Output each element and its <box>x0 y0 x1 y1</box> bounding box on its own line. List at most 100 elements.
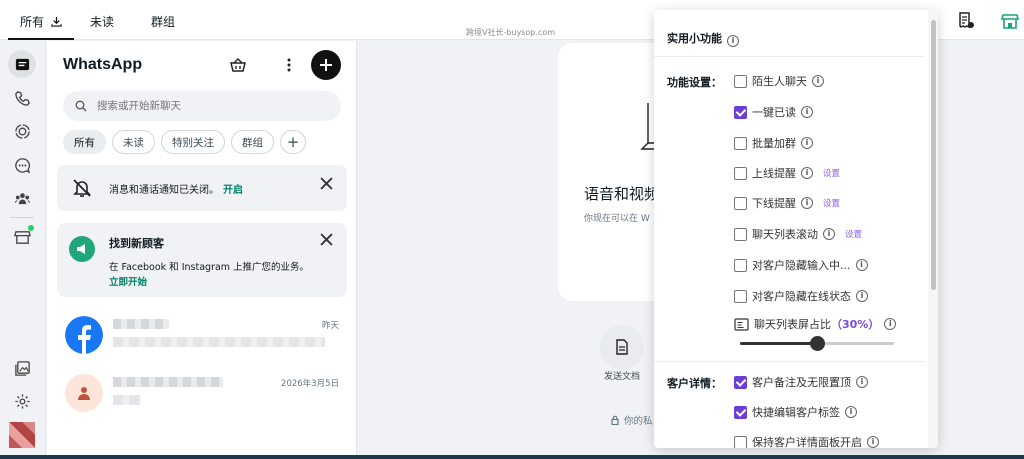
info-icon[interactable]: i <box>855 259 868 271</box>
encryption-note: 你的私 <box>610 413 653 427</box>
document-icon <box>616 339 628 355</box>
message-preview-redacted <box>113 395 141 405</box>
option-chat-list-scroll[interactable]: 聊天列表滚动 i 设置 <box>734 226 862 242</box>
chip-unread[interactable]: 未读 <box>112 130 155 154</box>
communities-nav-button[interactable] <box>8 184 36 212</box>
option-online-alert[interactable]: 上线提醒 i 设置 <box>734 165 840 181</box>
promo-cta-link[interactable]: 立即开始 <box>109 274 147 288</box>
chip-groups[interactable]: 群组 <box>231 130 274 154</box>
storefront-icon <box>13 230 31 244</box>
checkbox[interactable] <box>734 289 747 303</box>
info-icon[interactable]: i <box>801 197 813 209</box>
panel-title: 实用小功能 <box>667 32 722 45</box>
tab-all[interactable]: 所有 <box>8 13 74 40</box>
status-nav-button[interactable] <box>8 117 36 145</box>
chats-nav-button[interactable] <box>8 50 36 78</box>
panel-scrollbar[interactable] <box>928 10 938 448</box>
checkbox[interactable] <box>734 74 747 88</box>
send-document-label: 发送文档 <box>604 372 641 382</box>
phone-icon <box>14 90 30 106</box>
online-alert-settings-link[interactable]: 设置 <box>823 167 840 179</box>
option-customer-notes[interactable]: 客户备注及无限置顶 i <box>734 374 868 390</box>
offline-alert-settings-link[interactable]: 设置 <box>823 197 840 209</box>
chat-list-panel: WhatsApp 所有 未读 特别关注 群组 + 消息和通话通知已关闭。开启 找… <box>47 41 357 459</box>
option-quick-edit-tags[interactable]: 快捷编辑客户标签 i <box>734 404 857 420</box>
rail-divider <box>10 217 34 218</box>
checkbox[interactable] <box>734 258 747 272</box>
chat-time: 2026年3月5日 <box>281 379 339 389</box>
business-tools-nav-button[interactable] <box>8 223 36 251</box>
checkbox[interactable] <box>734 166 747 180</box>
feature-settings-label: 功能设置： <box>667 76 722 89</box>
chat-list-ratio-row: 聊天列表屏占比 （30%） i <box>734 316 897 332</box>
tab-unread[interactable]: 未读 <box>90 13 114 30</box>
scrollbar-thumb[interactable] <box>931 20 936 290</box>
add-filter-button[interactable]: + <box>280 130 306 154</box>
promo-title: 找到新顾客 <box>109 237 164 250</box>
info-icon[interactable]: i <box>727 35 739 47</box>
new-chat-button[interactable] <box>311 50 341 80</box>
checkbox-checked[interactable] <box>734 105 747 119</box>
customer-details-label: 客户详情： <box>667 377 722 390</box>
option-bulk-join-groups[interactable]: 批量加群 i <box>734 135 813 151</box>
option-stranger-chat[interactable]: 陌生人聊天 i <box>734 73 824 89</box>
search-box[interactable] <box>63 91 341 121</box>
checkbox[interactable] <box>734 227 747 241</box>
receipt-icon[interactable] <box>956 11 976 31</box>
media-nav-button[interactable] <box>8 354 36 382</box>
notifications-off-banner: 消息和通话通知已关闭。 开启 <box>57 165 347 211</box>
info-icon[interactable]: i <box>845 406 857 418</box>
chat-item[interactable]: 昨天 <box>47 307 357 363</box>
slider-fill <box>740 342 817 345</box>
more-vertical-icon <box>287 58 291 72</box>
checkbox-checked[interactable] <box>734 405 747 419</box>
tab-groups[interactable]: 群组 <box>151 13 175 30</box>
send-document-button[interactable] <box>600 325 644 369</box>
contact-name-redacted <box>113 319 169 329</box>
option-hide-online-status[interactable]: 对客户隐藏在线状态 i <box>734 288 868 304</box>
enable-notifications-link[interactable]: 开启 <box>223 185 243 196</box>
checkbox-checked[interactable] <box>734 375 747 389</box>
ratio-value: （30%） <box>831 318 880 331</box>
search-input[interactable] <box>97 91 327 121</box>
info-icon[interactable]: i <box>823 228 835 240</box>
checkbox[interactable] <box>734 435 747 448</box>
settings-nav-button[interactable] <box>8 387 36 415</box>
channels-nav-button[interactable] <box>8 151 36 179</box>
close-icon[interactable] <box>320 177 333 190</box>
panel-divider <box>654 56 924 57</box>
channels-icon <box>14 157 30 173</box>
info-icon[interactable]: i <box>812 75 824 87</box>
search-icon <box>75 100 87 112</box>
watermark: 跨境V社长-buysop.com <box>466 28 556 37</box>
default-avatar <box>65 374 103 412</box>
info-icon[interactable]: i <box>801 137 813 149</box>
info-icon[interactable]: i <box>884 318 897 330</box>
info-icon[interactable]: i <box>801 167 813 179</box>
shop-basket-button[interactable] <box>228 55 248 75</box>
option-keep-details-open[interactable]: 保持客户详情面板开启 i <box>734 434 879 448</box>
calls-nav-button[interactable] <box>8 84 36 112</box>
chat-item[interactable]: 2026年3月5日 <box>47 365 357 421</box>
gear-icon <box>14 393 30 409</box>
notification-dot <box>28 225 34 231</box>
checkbox[interactable] <box>734 196 747 210</box>
info-icon[interactable]: i <box>867 436 879 448</box>
store-icon[interactable] <box>1000 11 1020 31</box>
chip-favorites[interactable]: 特别关注 <box>161 130 225 154</box>
chat-time: 昨天 <box>321 321 339 331</box>
option-mark-all-read[interactable]: 一键已读 i <box>734 104 813 120</box>
info-icon[interactable]: i <box>856 376 868 388</box>
close-icon[interactable] <box>320 233 333 246</box>
slider-handle[interactable] <box>810 336 825 351</box>
checkbox[interactable] <box>734 136 747 150</box>
chat-scroll-settings-link[interactable]: 设置 <box>845 228 862 240</box>
chat-list-ratio-slider[interactable] <box>740 336 894 351</box>
chip-all[interactable]: 所有 <box>63 130 106 154</box>
menu-button[interactable] <box>279 55 299 75</box>
profile-avatar[interactable] <box>9 422 35 448</box>
info-icon[interactable]: i <box>801 106 813 118</box>
option-offline-alert[interactable]: 下线提醒 i 设置 <box>734 195 840 211</box>
option-hide-typing[interactable]: 对客户隐藏输入中... i <box>734 257 868 273</box>
info-icon[interactable]: i <box>856 290 868 302</box>
